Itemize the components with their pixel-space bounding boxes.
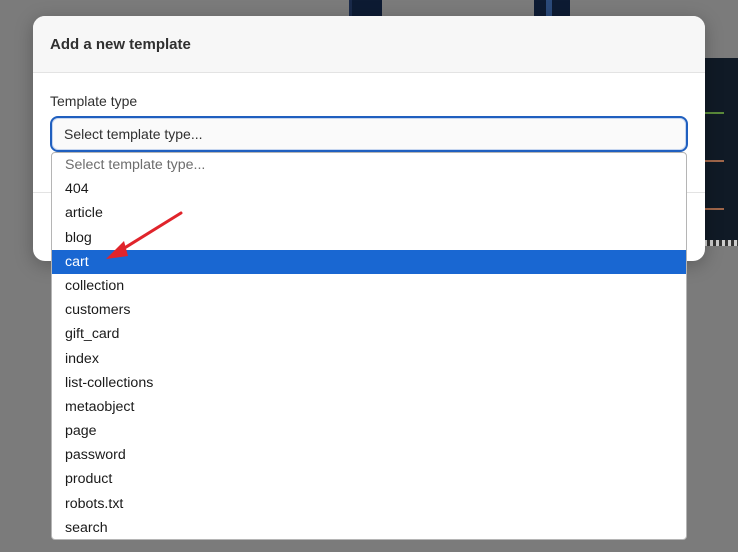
dropdown-option-list-collections[interactable]: list-collections — [52, 371, 686, 395]
dropdown-option-article[interactable]: article — [52, 201, 686, 225]
background-line — [704, 208, 724, 210]
modal-title: Add a new template — [50, 35, 191, 53]
background-app-panel — [700, 58, 738, 246]
template-type-dropdown: Select template type... 404 article blog… — [51, 152, 687, 540]
dropdown-option-page[interactable]: page — [52, 419, 686, 443]
background-checker — [704, 240, 738, 246]
dropdown-option-gift-card[interactable]: gift_card — [52, 322, 686, 346]
dropdown-option-collection[interactable]: collection — [52, 274, 686, 298]
background-line — [704, 112, 724, 114]
modal-header: Add a new template — [33, 16, 705, 73]
dropdown-option-index[interactable]: index — [52, 347, 686, 371]
dropdown-option-product[interactable]: product — [52, 467, 686, 491]
template-type-label: Template type — [50, 93, 138, 109]
dropdown-option-404[interactable]: 404 — [52, 177, 686, 201]
dropdown-option-placeholder[interactable]: Select template type... — [52, 153, 686, 177]
background-line — [704, 160, 724, 162]
dropdown-option-customers[interactable]: customers — [52, 298, 686, 322]
background-app-fragment — [349, 0, 382, 16]
template-type-select[interactable]: Select template type... — [50, 116, 688, 152]
background-app-fragment — [534, 0, 570, 16]
dropdown-option-password[interactable]: password — [52, 443, 686, 467]
dropdown-option-search[interactable]: search — [52, 516, 686, 539]
dropdown-option-metaobject[interactable]: metaobject — [52, 395, 686, 419]
dropdown-option-robots-txt[interactable]: robots.txt — [52, 492, 686, 516]
select-current-value: Select template type... — [64, 126, 203, 142]
dropdown-option-cart[interactable]: cart — [52, 249, 686, 274]
dropdown-option-blog[interactable]: blog — [52, 226, 686, 250]
